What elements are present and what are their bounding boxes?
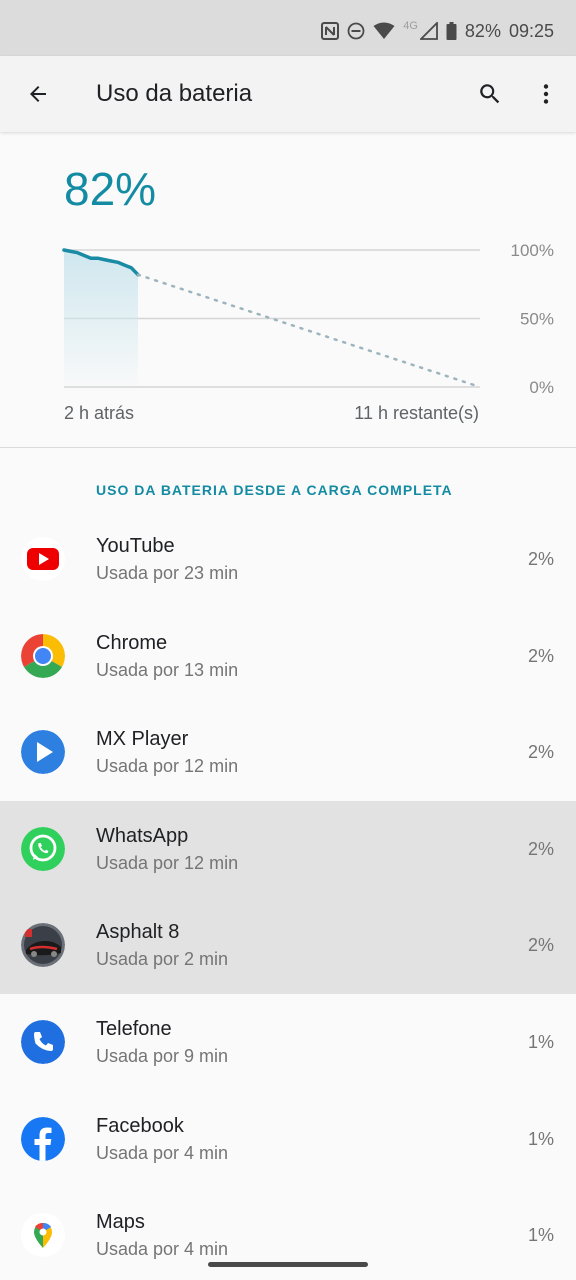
youtube-icon [21, 537, 65, 581]
whatsapp-icon [21, 826, 65, 871]
app-usage-list: YouTube Usada por 23 min 2% Chrome Usada… [0, 511, 576, 1280]
battery-chart: 100% 50% 0% [62, 241, 554, 397]
app-battery-percent: 1% [527, 1031, 554, 1052]
do-not-disturb-icon [347, 22, 365, 40]
chart-start-label: 2 h atrás [64, 403, 135, 423]
asphalt-8-icon [21, 923, 65, 968]
app-usage-time: Usada por 13 min [96, 659, 239, 680]
app-battery-percent: 2% [527, 549, 554, 569]
nfc-icon [321, 22, 340, 40]
projection-line [136, 273, 482, 389]
app-name: Asphalt 8 [96, 921, 180, 944]
app-name: YouTube [96, 535, 175, 557]
app-usage-time: Usada por 4 min [96, 1142, 229, 1163]
y-tick-label: 0% [529, 378, 554, 397]
app-battery-percent: 2% [527, 742, 554, 763]
app-name: Facebook [96, 1114, 184, 1137]
app-name: Chrome [96, 631, 168, 654]
app-bar: Uso da bateria [0, 56, 576, 132]
app-name: Telefone [96, 1017, 172, 1040]
app-row-chrome[interactable]: Chrome Usada por 13 min 2% [0, 608, 576, 705]
divider [0, 447, 576, 448]
app-usage-time: Usada por 12 min [96, 756, 239, 777]
wifi-icon [373, 22, 395, 39]
app-row-facebook[interactable]: Facebook Usada por 4 min 1% [0, 1091, 576, 1188]
search-button[interactable] [466, 70, 514, 118]
app-usage-time: Usada por 9 min [96, 1045, 229, 1066]
back-button[interactable] [14, 70, 62, 118]
network-type-label: 4G [403, 20, 418, 32]
app-battery-percent: 2% [527, 838, 554, 859]
status-bar: 4G 82% 09:25 [0, 0, 576, 56]
app-row-telefone[interactable]: Telefone Usada por 9 min 1% [0, 994, 576, 1091]
chrome-icon [21, 633, 65, 678]
app-usage-time: Usada por 2 min [96, 949, 229, 970]
app-battery-percent: 2% [527, 935, 554, 956]
section-header: USO DA BATERIA DESDE A CARGA COMPLETA [96, 482, 453, 498]
facebook-icon [21, 1116, 65, 1161]
y-tick-label: 50% [520, 310, 554, 329]
phone-icon [21, 1019, 65, 1064]
app-usage-time: Usada por 4 min [96, 1239, 229, 1260]
maps-icon [21, 1213, 65, 1258]
usage-area-fill [64, 250, 138, 387]
battery-icon [446, 22, 457, 40]
status-icons: 4G 82% 09:25 [321, 19, 554, 43]
app-name: WhatsApp [96, 824, 189, 847]
app-usage-time: Usada por 23 min [96, 563, 239, 583]
signal-icon [419, 22, 438, 40]
search-icon [480, 84, 500, 104]
back-arrow-icon [30, 86, 46, 102]
navigation-handle[interactable] [208, 1262, 368, 1267]
y-tick-label: 100% [511, 241, 554, 260]
app-battery-percent: 2% [527, 645, 554, 666]
app-row-mx-player[interactable]: MX Player Usada por 12 min 2% [0, 704, 576, 801]
more-options-button[interactable] [522, 70, 570, 118]
app-battery-percent: 1% [527, 1128, 554, 1149]
app-usage-time: Usada por 12 min [96, 852, 239, 873]
mx-player-icon [21, 730, 65, 775]
app-name: Maps [96, 1211, 145, 1234]
app-row-whatsapp[interactable]: WhatsApp Usada por 12 min 2% [0, 800, 576, 898]
chart-end-label: 11 h restante(s) [354, 403, 479, 423]
app-row-asphalt-8[interactable]: Asphalt 8 Usada por 2 min 2% [0, 897, 576, 994]
page-title: Uso da bateria [96, 80, 253, 107]
clock: 09:25 [508, 20, 554, 41]
battery-level: 82% [64, 163, 157, 215]
battery-percent-status: 82% [464, 20, 501, 41]
app-row-youtube[interactable]: YouTube Usada por 23 min 2% [0, 511, 576, 608]
more-vert-icon [543, 84, 549, 104]
app-battery-percent: 1% [527, 1225, 554, 1246]
app-name: MX Player [96, 728, 189, 751]
